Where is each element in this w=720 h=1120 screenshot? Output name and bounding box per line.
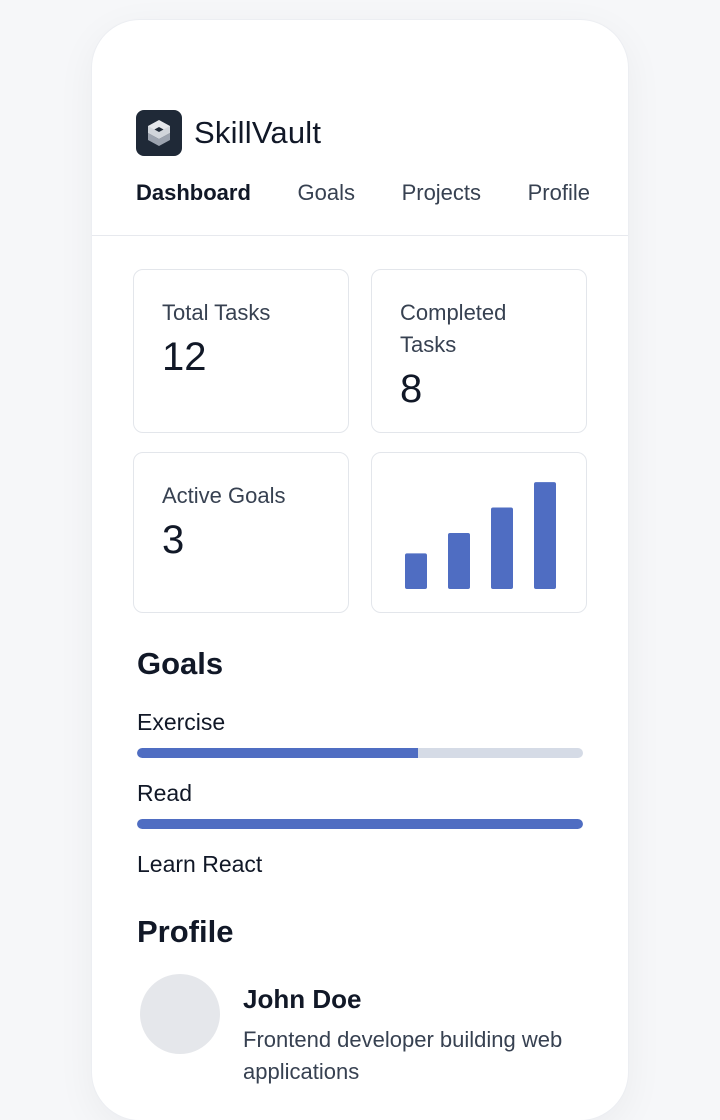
stat-value: 3 xyxy=(162,518,185,562)
app-name: SkillVault xyxy=(194,115,322,150)
nav-item-goals[interactable]: Goals xyxy=(298,180,355,206)
goals-section-title: Goals xyxy=(137,646,224,681)
stat-label: Completed Tasks xyxy=(400,300,507,357)
goal-item-exercise[interactable]: Exercise xyxy=(137,708,583,758)
nav-item-profile[interactable]: Profile xyxy=(528,180,590,206)
avatar[interactable] xyxy=(140,974,220,1054)
chart-bar-4 xyxy=(534,482,556,589)
bar-chart xyxy=(405,482,556,589)
goal-item-learn-react[interactable]: Learn React xyxy=(137,850,583,878)
profile-section-title: Profile xyxy=(137,914,234,949)
app-header: SkillVault Dashboard Goals Projects Prof… xyxy=(92,20,628,236)
main-nav: Dashboard Goals Projects Profile xyxy=(136,180,590,206)
goal-name: Learn React xyxy=(137,851,263,877)
stat-label: Active Goals xyxy=(162,483,286,508)
logo-icon xyxy=(136,110,182,156)
stat-card-completed-tasks[interactable]: Completed Tasks 8 xyxy=(371,269,587,433)
goal-name: Exercise xyxy=(137,709,226,735)
stats-grid: Total Tasks 12 Completed Tasks 8 Active … xyxy=(133,269,587,613)
chart-bar-1 xyxy=(405,553,427,589)
chart-bar-2 xyxy=(448,533,470,589)
profile-bio: Frontend developer building web applicat… xyxy=(243,1027,563,1084)
goal-progress-fill xyxy=(137,819,583,829)
profile-card[interactable]: John Doe Frontend developer building web… xyxy=(140,974,580,1088)
chart-bar-3 xyxy=(491,507,513,589)
brand[interactable]: SkillVault xyxy=(136,110,321,156)
profile-text: John Doe Frontend developer building web… xyxy=(243,974,563,1088)
profile-name: John Doe xyxy=(243,984,362,1014)
stat-card-total-tasks[interactable]: Total Tasks 12 xyxy=(133,269,349,433)
stat-value: 12 xyxy=(162,335,207,379)
progress-chart-card xyxy=(371,452,587,613)
goal-progress-bar xyxy=(137,819,583,829)
stat-card-active-goals[interactable]: Active Goals 3 xyxy=(133,452,349,613)
goal-item-read[interactable]: Read xyxy=(137,779,583,829)
nav-item-projects[interactable]: Projects xyxy=(402,180,481,206)
goal-progress-fill xyxy=(137,748,418,758)
nav-item-dashboard[interactable]: Dashboard xyxy=(136,180,251,206)
stat-label: Total Tasks xyxy=(162,300,271,325)
stat-value: 8 xyxy=(400,367,423,411)
app-frame: SkillVault Dashboard Goals Projects Prof… xyxy=(92,20,628,1120)
goal-name: Read xyxy=(137,780,192,806)
goal-progress-bar xyxy=(137,748,583,758)
